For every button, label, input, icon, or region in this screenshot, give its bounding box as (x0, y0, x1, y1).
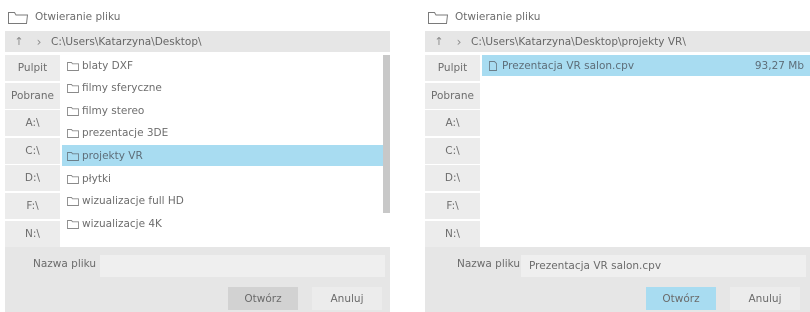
list-item-label: projekty VR (82, 149, 143, 162)
list-item-label: filmy stereo (82, 104, 145, 117)
bookmark-drive-f[interactable]: F:\ (5, 192, 60, 219)
list-item-label: blaty DXF (82, 59, 134, 72)
bookmark-drive-a[interactable]: A:\ (425, 110, 480, 137)
cancel-button[interactable]: Anuluj (730, 287, 800, 310)
open-button[interactable]: Otwórz (228, 287, 298, 310)
folder-icon (67, 129, 79, 139)
bookmark-pulpit[interactable]: Pulpit (425, 55, 480, 81)
list-item-label: Prezentacja VR salon.cpv (502, 59, 635, 72)
open-file-dialog-left: Otwieranie pliku ↑ › C:\Users\Katarzyna\… (5, 0, 390, 312)
list-item[interactable]: płytki (62, 168, 383, 189)
folder-icon (67, 197, 79, 207)
folder-outline-icon (428, 12, 449, 24)
bookmark-pulpit[interactable]: Pulpit (5, 55, 60, 81)
path-bar: ↑ › C:\Users\Katarzyna\Desktop\ (5, 31, 390, 52)
dialog-title: Otwieranie pliku (455, 11, 541, 23)
bookmark-drive-c[interactable]: C:\ (425, 137, 480, 164)
list-item[interactable]: prezentacje 3DE (62, 123, 383, 144)
folder-outline-icon (8, 12, 29, 24)
folder-icon (67, 61, 79, 71)
bookmark-drive-n[interactable]: N:\ (425, 220, 480, 247)
scrollbar[interactable] (383, 55, 390, 213)
folder-icon (67, 106, 79, 116)
list-item[interactable]: filmy stereo (62, 100, 383, 121)
list-item[interactable]: wizualizacje 4K (62, 213, 383, 234)
filename-label: Nazwa pliku (33, 258, 97, 270)
file-list: blaty DXF filmy sferyczne filmy stereo p… (62, 55, 390, 241)
bookmark-drive-f[interactable]: F:\ (425, 192, 480, 219)
current-path[interactable]: C:\Users\Katarzyna\Desktop\ (51, 36, 202, 48)
filename-input[interactable] (100, 255, 385, 277)
folder-icon (67, 174, 79, 184)
bookmarks-sidebar: Pulpit Pobrane A:\ C:\ D:\ F:\ N:\ (5, 55, 60, 248)
file-icon (489, 60, 497, 71)
open-button[interactable]: Otwórz (646, 287, 716, 310)
open-file-dialog-right: Otwieranie pliku ↑ › C:\Users\Katarzyna\… (425, 0, 810, 312)
bookmark-drive-d[interactable]: D:\ (425, 165, 480, 192)
list-item-label: filmy sferyczne (82, 82, 162, 95)
list-item-selected[interactable]: Prezentacja VR salon.cpv 93,27 Mb (482, 55, 810, 76)
list-item-selected[interactable]: projekty VR (62, 145, 390, 167)
path-bar: ↑ › C:\Users\Katarzyna\Desktop\projekty … (425, 31, 810, 52)
filename-label: Nazwa pliku (457, 258, 521, 270)
filename-input[interactable]: Prezentacja VR salon.cpv (521, 255, 806, 277)
bookmark-drive-c[interactable]: C:\ (5, 137, 60, 164)
list-item[interactable]: wizualizacje full HD (62, 191, 383, 212)
dialog-titlebar: Otwieranie pliku (425, 6, 540, 28)
dialog-footer: Nazwa pliku Prezentacja VR salon.cpv Otw… (425, 247, 810, 312)
bookmark-pobrane[interactable]: Pobrane (5, 82, 60, 109)
folder-icon (67, 151, 79, 161)
list-item[interactable]: blaty DXF (62, 55, 383, 76)
bookmark-drive-d[interactable]: D:\ (5, 165, 60, 192)
list-item-label: prezentacje 3DE (82, 127, 169, 140)
folder-icon (67, 219, 79, 229)
cancel-button[interactable]: Anuluj (312, 287, 382, 310)
dialog-title: Otwieranie pliku (35, 11, 121, 23)
arrow-up-icon[interactable]: ↑ (12, 35, 26, 48)
bookmark-drive-n[interactable]: N:\ (5, 220, 60, 247)
file-size: 93,27 Mb (754, 59, 804, 72)
list-item-label: płytki (82, 172, 111, 185)
chevron-right-icon[interactable]: › (32, 35, 46, 49)
list-item-label: wizualizacje 4K (82, 217, 162, 230)
folder-icon (67, 84, 79, 94)
current-path[interactable]: C:\Users\Katarzyna\Desktop\projekty VR\ (471, 36, 686, 48)
bookmark-drive-a[interactable]: A:\ (5, 110, 60, 137)
arrow-up-icon[interactable]: ↑ (432, 35, 446, 48)
bookmark-pobrane[interactable]: Pobrane (425, 82, 480, 109)
bookmarks-sidebar: Pulpit Pobrane A:\ C:\ D:\ F:\ N:\ (425, 55, 480, 248)
chevron-right-icon[interactable]: › (452, 35, 466, 49)
list-item[interactable]: filmy sferyczne (62, 78, 383, 99)
file-list: Prezentacja VR salon.cpv 93,27 Mb (482, 55, 810, 241)
dialog-titlebar: Otwieranie pliku (5, 6, 120, 28)
list-item-label: wizualizacje full HD (82, 195, 184, 208)
dialog-footer: Nazwa pliku Otwórz Anuluj (5, 247, 390, 312)
